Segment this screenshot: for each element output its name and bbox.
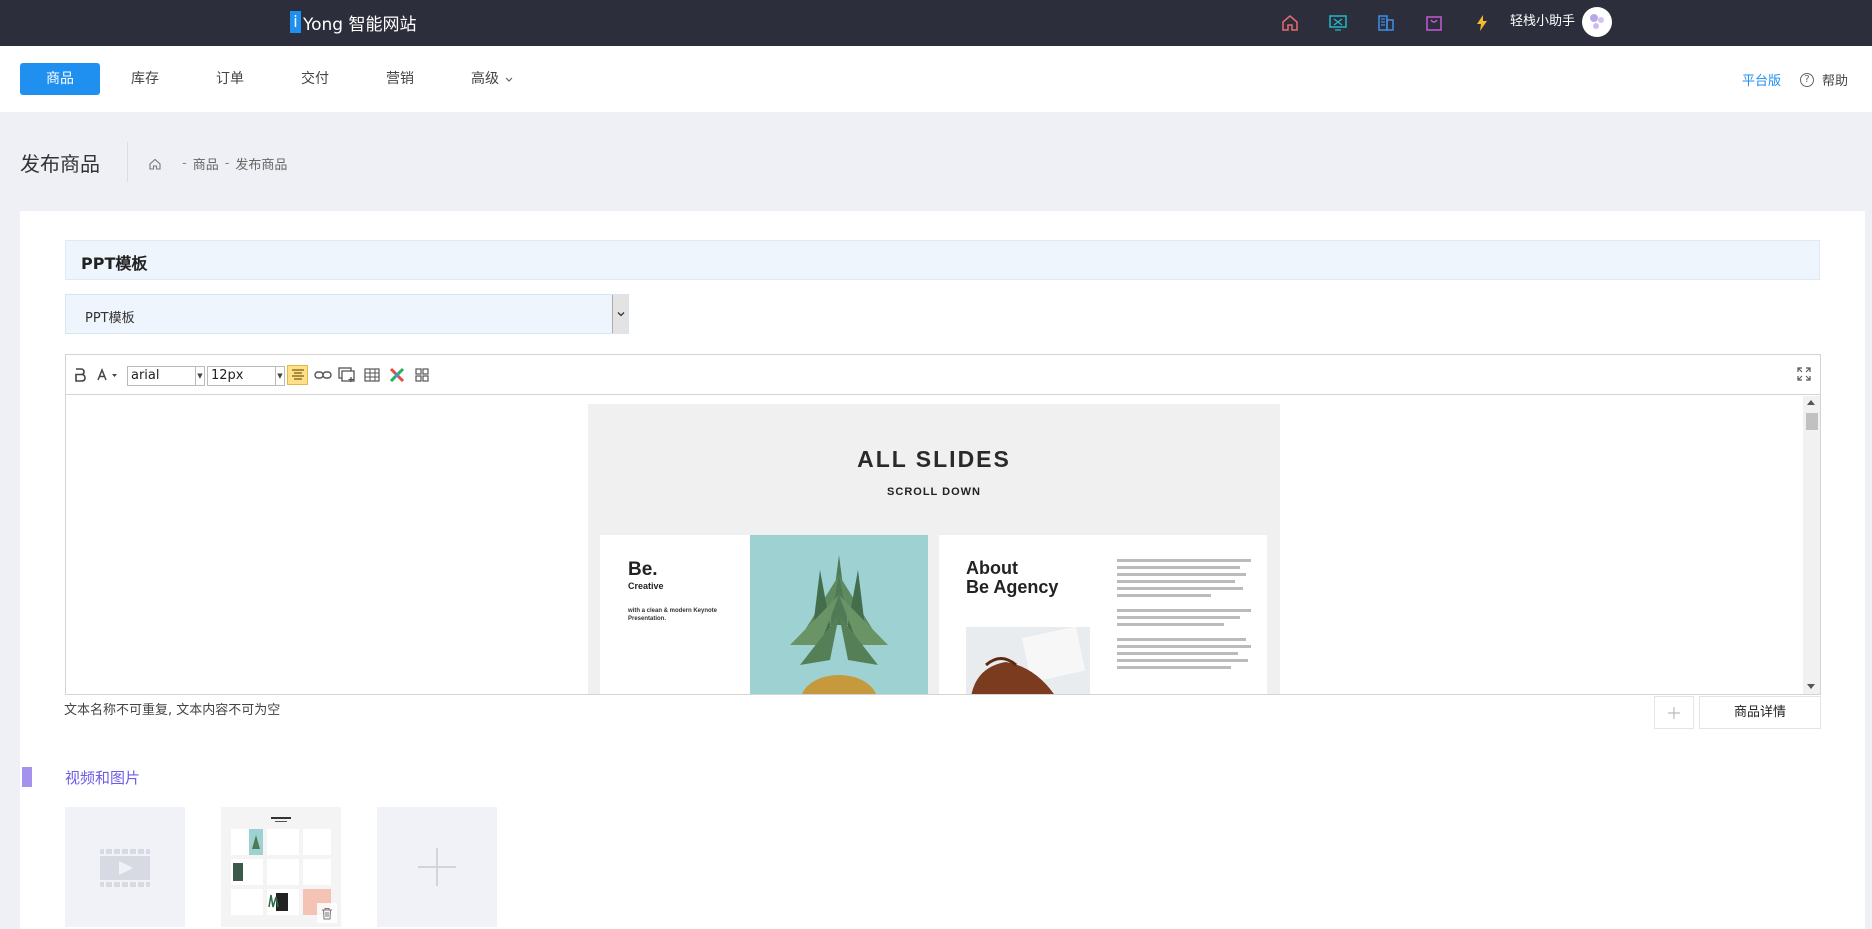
pineapple-image <box>750 535 928 694</box>
breadcrumb-products[interactable]: 商品 <box>193 154 219 173</box>
media-section-marker <box>22 767 32 787</box>
breadcrumb: - 商品 - 发布商品 <box>148 154 287 173</box>
brand-logo[interactable]: i Yong 智能网站 <box>290 10 417 35</box>
top-icon-group <box>1278 11 1494 35</box>
nav-item-delivery[interactable]: 交付 <box>300 63 330 95</box>
media-section-title: 视频和图片 <box>65 769 141 787</box>
link-icon[interactable] <box>313 365 333 385</box>
platform-link[interactable]: 平台版 <box>1742 70 1781 89</box>
home-icon[interactable] <box>148 157 162 171</box>
help-link[interactable]: ? 帮助 <box>1800 70 1848 89</box>
fullscreen-icon[interactable] <box>1796 366 1814 384</box>
bold-icon[interactable] <box>72 365 88 385</box>
slide-heading-about-line2: Be Agency <box>966 577 1059 597</box>
slide-subtitle: SCROLL DOWN <box>887 486 981 498</box>
bag-icon[interactable] <box>1422 11 1446 35</box>
slide-panel-left: Be. Creative with a clean & modern Keyno… <box>600 535 928 694</box>
section-header: PPT模板 <box>65 240 1820 280</box>
table-icon[interactable] <box>362 365 382 385</box>
slide-tagline: with a clean & modern Keynote Presentati… <box>628 608 718 622</box>
screen-icon[interactable] <box>1326 11 1350 35</box>
plugin-icon[interactable] <box>387 365 407 385</box>
help-icon: ? <box>1800 72 1814 87</box>
home-icon[interactable] <box>1278 11 1302 35</box>
nav-item-advanced[interactable]: 高级 <box>471 63 521 95</box>
slide-panel-right: About Be Agency <box>939 535 1267 694</box>
font-family-select[interactable]: arial ▼ <box>127 366 205 386</box>
brand-name: Yong 智能网站 <box>303 14 417 35</box>
trash-icon[interactable] <box>317 903 337 923</box>
bag-image <box>966 627 1090 694</box>
help-label: 帮助 <box>1822 74 1849 89</box>
nav-item-marketing[interactable]: 营销 <box>385 63 415 95</box>
nav-item-products[interactable]: 商品 <box>20 63 100 95</box>
breadcrumb-current: 发布商品 <box>235 158 288 173</box>
editor-hint: 文本名称不可重复, 文本内容不可为空 <box>64 703 281 718</box>
grid-icon[interactable] <box>412 365 432 385</box>
uploaded-image-thumbnail[interactable] <box>221 807 341 927</box>
editor-scrollbar[interactable] <box>1803 396 1820 694</box>
video-upload-slot[interactable] <box>65 807 185 927</box>
add-media-button[interactable] <box>377 807 497 927</box>
chevron-down-icon: ▼ <box>195 367 204 385</box>
slide-heading-about-line1: About <box>966 558 1018 578</box>
chevron-down-icon: ▼ <box>275 367 284 385</box>
content-card: PPT模板 PPT模板 arial ▼ 12px ▼ ALL SLIDES SC… <box>20 211 1865 929</box>
assistant-label[interactable]: 轻栈小助手 <box>1510 12 1575 32</box>
product-detail-tab[interactable]: 商品详情 <box>1699 696 1821 729</box>
align-center-icon[interactable] <box>287 365 308 385</box>
avatar[interactable] <box>1582 7 1612 37</box>
plus-icon <box>1668 706 1680 719</box>
font-family-value: arial <box>131 368 160 383</box>
bolt-icon[interactable] <box>1470 11 1494 35</box>
slide-heading-be: Be. <box>628 559 658 580</box>
template-select-value: PPT模板 <box>85 311 135 326</box>
slide-heading-about: About Be Agency <box>966 559 1058 597</box>
editor-content[interactable]: ALL SLIDES SCROLL DOWN Be. Creative with… <box>66 396 1820 694</box>
slide-preview-image: ALL SLIDES SCROLL DOWN Be. Creative with… <box>588 404 1280 694</box>
video-icon <box>100 849 150 887</box>
slide-body-text <box>1117 559 1251 673</box>
building-icon[interactable] <box>1374 11 1398 35</box>
scroll-down-icon[interactable] <box>1807 684 1815 689</box>
slide-subheading-creative: Creative <box>628 581 664 591</box>
logo-letter: i <box>290 11 301 33</box>
slide-title: ALL SLIDES <box>857 446 1011 472</box>
chevron-down-icon[interactable] <box>612 295 628 333</box>
scroll-up-icon[interactable] <box>1807 400 1815 405</box>
page-title: 发布商品 <box>20 152 100 176</box>
font-color-icon[interactable] <box>96 365 120 385</box>
main-nav: 商品 库存 订单 交付 营销 高级 平台版 ? 帮助 <box>0 46 1872 112</box>
editor-toolbar: arial ▼ 12px ▼ <box>66 355 1820 395</box>
nav-item-inventory[interactable]: 库存 <box>130 63 160 95</box>
insert-image-icon[interactable] <box>337 365 357 385</box>
template-select[interactable]: PPT模板 <box>65 294 629 334</box>
section-title: PPT模板 <box>81 254 148 273</box>
font-size-value: 12px <box>211 368 244 383</box>
title-divider <box>127 142 128 182</box>
add-detail-button[interactable] <box>1654 696 1694 729</box>
nav-item-advanced-label: 高级 <box>471 71 499 87</box>
scroll-thumb[interactable] <box>1806 413 1818 430</box>
rich-text-editor: arial ▼ 12px ▼ ALL SLIDES SCROLL DOWN Be… <box>65 354 1821 695</box>
chevron-down-icon <box>505 77 513 82</box>
top-bar: i Yong 智能网站 轻栈小助手 <box>0 0 1872 46</box>
font-size-select[interactable]: 12px ▼ <box>207 366 285 386</box>
nav-item-orders[interactable]: 订单 <box>215 63 245 95</box>
